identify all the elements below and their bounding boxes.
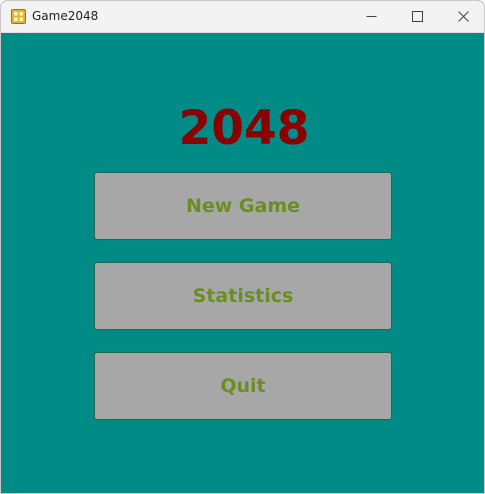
window-title: Game2048 xyxy=(32,9,99,23)
game-title: 2048 xyxy=(178,101,310,156)
minimize-icon xyxy=(366,16,377,17)
close-icon xyxy=(458,11,469,22)
maximize-icon xyxy=(412,11,423,22)
statistics-button[interactable]: Statistics xyxy=(94,262,392,330)
maximize-button[interactable] xyxy=(394,1,440,32)
quit-button[interactable]: Quit xyxy=(94,352,392,420)
minimize-button[interactable] xyxy=(348,1,394,32)
app-window: Game2048 2048 New Game Statistics Quit xyxy=(0,0,485,494)
new-game-button[interactable]: New Game xyxy=(94,172,392,240)
close-button[interactable] xyxy=(440,1,484,32)
title-bar[interactable]: Game2048 xyxy=(1,1,484,33)
main-panel: 2048 New Game Statistics Quit xyxy=(1,33,484,493)
game2048-app-icon xyxy=(11,9,26,24)
